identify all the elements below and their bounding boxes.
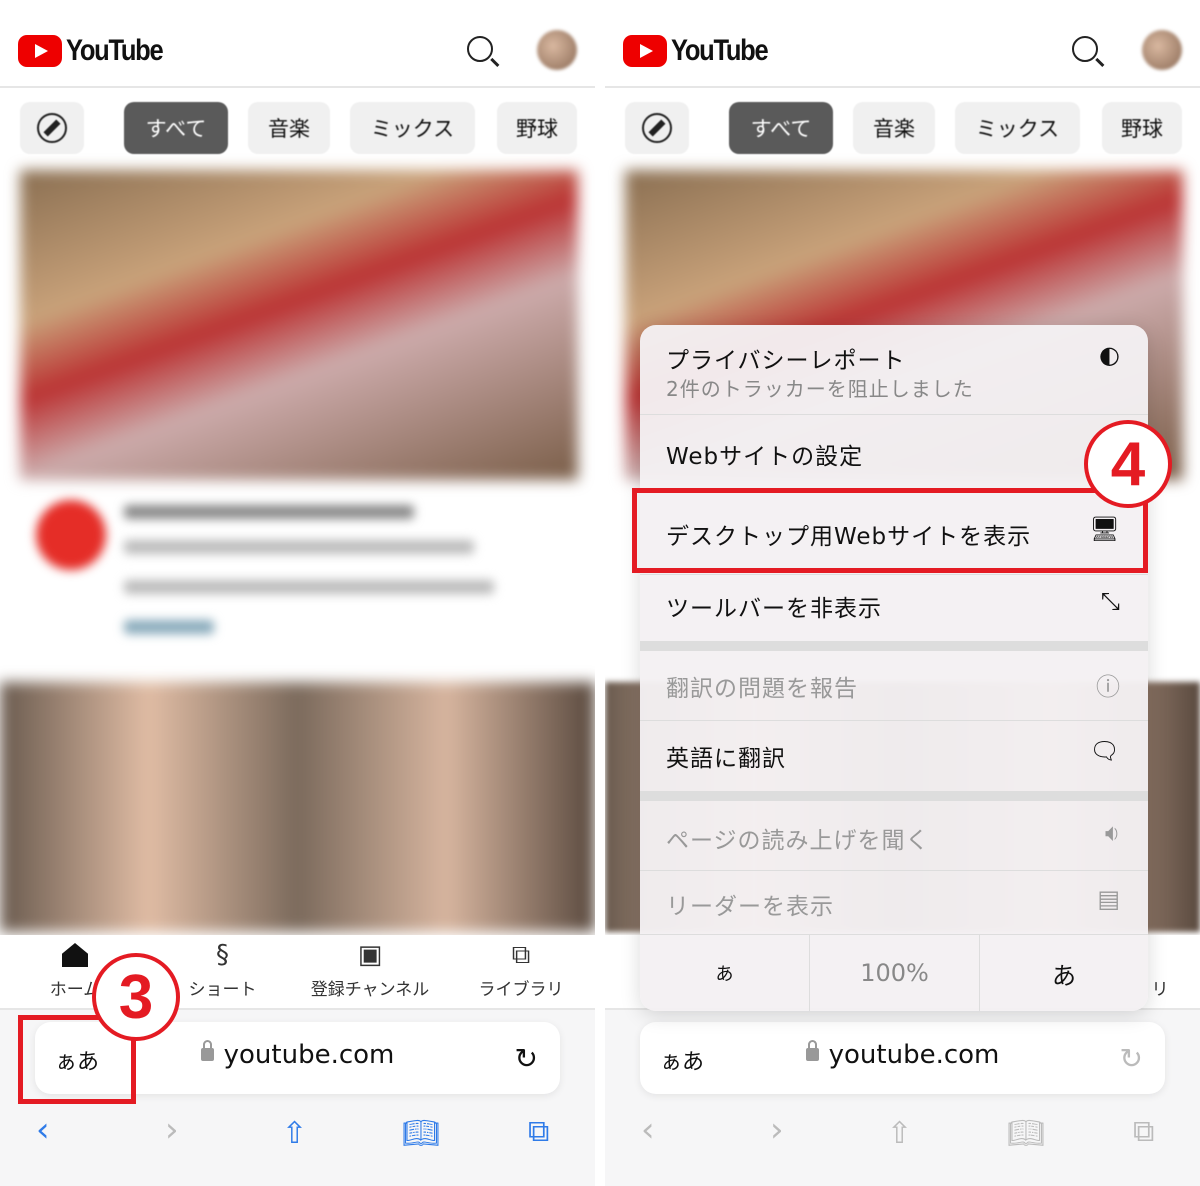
zoom-level[interactable]: 100% — [810, 935, 980, 1011]
forward-icon[interactable]: › — [770, 1110, 784, 1150]
address-bar[interactable]: ぁあ youtube.com ↻ — [640, 1022, 1165, 1094]
shorts-icon: § — [216, 940, 229, 970]
youtube-logo[interactable]: YouTube — [623, 34, 784, 68]
bookmarks-icon[interactable]: 📖︎ — [402, 1116, 440, 1151]
safari-bottom-bar: ぁあ youtube.com ↻ ‹ › ⇧ 📖︎ ⧉ — [605, 1010, 1200, 1186]
bookmarks-icon[interactable]: 📖︎ — [1007, 1116, 1045, 1151]
avatar[interactable] — [1142, 30, 1182, 70]
step-4-badge: 4 — [1084, 420, 1172, 508]
tabs-icon[interactable]: ⧉ — [1133, 1114, 1154, 1149]
translate-icon: 🗨︎ — [1089, 737, 1120, 765]
youtube-play-icon — [623, 35, 667, 67]
chip-music[interactable]: 音楽 — [853, 102, 935, 154]
step-3-badge: 3 — [92, 953, 180, 1041]
youtube-logo[interactable]: YouTube — [18, 34, 179, 68]
youtube-header: YouTube — [0, 0, 595, 88]
chip-all[interactable]: すべて — [729, 102, 833, 154]
page-settings-menu: プライバシーレポート 2件のトラッカーを阻止しました ◐ Webサイトの設定 デ… — [640, 325, 1148, 1011]
menu-translate-english[interactable]: 英語に翻訳 🗨︎ — [640, 721, 1148, 791]
lock-icon — [805, 1040, 819, 1061]
nav-library[interactable]: ⧉ ライブラリ — [475, 935, 567, 1001]
share-icon[interactable]: ⇧ — [282, 1116, 307, 1151]
tabs-icon[interactable]: ⧉ — [528, 1114, 549, 1149]
expand-arrows-icon: ⤡ — [1100, 587, 1120, 615]
increase-font-button[interactable]: あ — [980, 935, 1148, 1011]
shield-icon: ◐ — [1099, 341, 1120, 369]
url-text: youtube.com — [828, 1040, 1000, 1070]
lock-icon — [200, 1040, 214, 1061]
compass-icon — [37, 113, 67, 143]
url-text: youtube.com — [223, 1040, 395, 1070]
chip-all[interactable]: すべて — [124, 102, 228, 154]
chip-baseball[interactable]: 野球 — [1102, 102, 1182, 154]
menu-listen-page[interactable]: ページの読み上げを聞く 🔉︎ — [640, 801, 1148, 871]
forward-icon[interactable]: › — [165, 1110, 179, 1150]
youtube-play-icon — [18, 35, 62, 67]
back-icon[interactable]: ‹ — [36, 1110, 50, 1150]
menu-show-reader[interactable]: リーダーを表示 ▤ — [640, 871, 1148, 935]
chip-baseball[interactable]: 野球 — [497, 102, 577, 154]
back-icon[interactable]: ‹ — [641, 1110, 655, 1150]
chip-mix[interactable]: ミックス — [350, 102, 475, 154]
youtube-bottom-nav: ホーム § ショート ▣ 登録チャンネル ⧉ ライブラリ — [0, 935, 595, 1010]
category-chips: すべて 音楽 ミックス 野球 — [605, 102, 1200, 154]
exclamation-bubble-icon: ⓘ — [1096, 673, 1120, 701]
explore-chip[interactable] — [20, 102, 84, 154]
video-thumbnail[interactable] — [20, 170, 578, 480]
screenshot-step-3: YouTube すべて 音楽 ミックス 野球 ホーム § ショート ▣ 登録チャンネ… — [0, 0, 595, 1186]
nav-subscriptions[interactable]: ▣ 登録チャンネル — [305, 935, 435, 1000]
decrease-font-button[interactable]: あ — [640, 935, 810, 1011]
menu-report-translation[interactable]: 翻訳の問題を報告 ⓘ — [640, 651, 1148, 721]
reader-icon: ▤ — [1097, 885, 1120, 913]
compass-icon — [642, 113, 672, 143]
avatar[interactable] — [537, 30, 577, 70]
youtube-header: YouTube — [605, 0, 1200, 88]
screenshot-step-4: YouTube すべて 音楽 ミックス 野球 リ ぁあ youtube.com … — [605, 0, 1200, 1186]
category-chips: すべて 音楽 ミックス 野球 — [0, 102, 595, 154]
nav-library-peek: リ — [1151, 980, 1169, 1000]
explore-chip[interactable] — [625, 102, 689, 154]
menu-hide-toolbar[interactable]: ツールバーを非表示 ⤡ — [640, 575, 1148, 641]
menu-website-settings[interactable]: Webサイトの設定 — [640, 415, 1148, 493]
search-icon[interactable] — [1072, 36, 1098, 62]
speaker-bubble-icon: 🔉︎ — [1104, 819, 1120, 847]
subscriptions-icon: ▣ — [357, 940, 383, 970]
video-thumbnail[interactable] — [0, 682, 595, 932]
annotation-highlight-box — [632, 488, 1148, 573]
channel-avatar[interactable] — [36, 500, 106, 570]
chip-music[interactable]: 音楽 — [248, 102, 330, 154]
home-icon — [62, 943, 88, 967]
reload-icon[interactable]: ↻ — [515, 1042, 538, 1075]
search-icon[interactable] — [467, 36, 493, 62]
nav-shorts[interactable]: § ショート — [180, 935, 265, 1000]
library-icon: ⧉ — [511, 939, 531, 970]
chip-mix[interactable]: ミックス — [955, 102, 1080, 154]
share-icon[interactable]: ⇧ — [887, 1116, 912, 1151]
reload-icon[interactable]: ↻ — [1120, 1042, 1143, 1075]
menu-privacy-report[interactable]: プライバシーレポート 2件のトラッカーを阻止しました ◐ — [640, 325, 1148, 415]
